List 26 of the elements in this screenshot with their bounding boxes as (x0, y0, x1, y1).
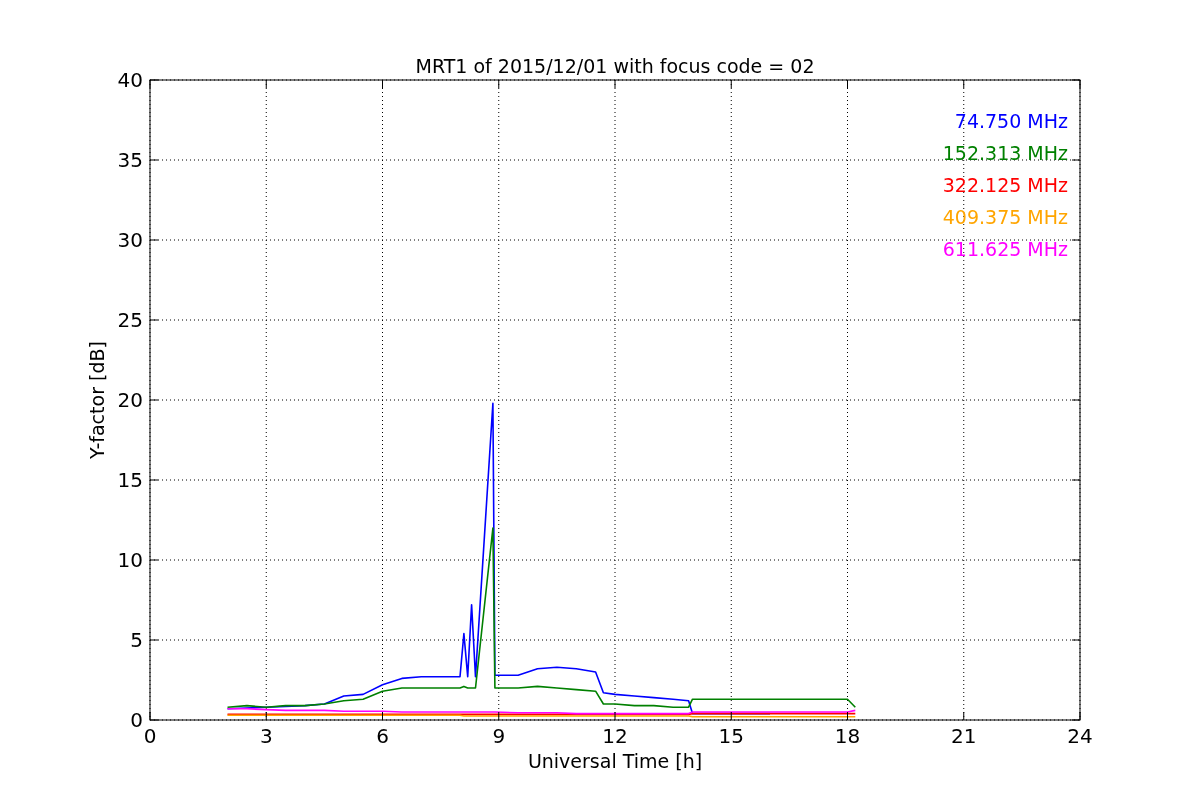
tick-label: 15 (718, 724, 744, 748)
tick-label: 24 (1067, 724, 1093, 748)
tick-label: 0 (143, 724, 157, 748)
tick-label: 25 (117, 308, 143, 332)
tick-label: 5 (130, 628, 143, 652)
legend-label: 322.125 MHz (942, 174, 1068, 196)
tick-label: 10 (117, 548, 143, 572)
chart-title: MRT1 of 2015/12/01 with focus code = 02 (415, 55, 815, 77)
tick-label: 3 (259, 724, 273, 748)
tick-label: 15 (117, 468, 143, 492)
axis-label: Universal Time [h] (527, 750, 703, 772)
tick-label: 6 (376, 724, 389, 748)
tick-label: 18 (834, 724, 861, 748)
axis-label: Y-factor [dB] (86, 341, 108, 459)
tick-label: 9 (492, 724, 506, 748)
legend-label: 409.375 MHz (942, 206, 1068, 228)
tick-label: 12 (602, 724, 628, 748)
tick-label: 21 (951, 724, 977, 748)
tick-label: 0 (130, 708, 143, 732)
legend-label: 74.750 MHz (954, 110, 1068, 132)
legend-label: 611.625 MHz (942, 238, 1068, 260)
tick-label: 20 (117, 388, 143, 412)
tick-label: 40 (117, 68, 143, 92)
tick-label: 35 (117, 148, 143, 172)
tick-label: 30 (117, 228, 143, 252)
legend-label: 152.313 MHz (942, 142, 1068, 164)
